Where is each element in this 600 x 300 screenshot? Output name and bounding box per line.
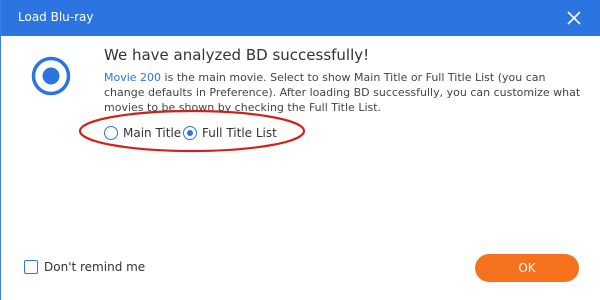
full-title-list-label: Full Title List [202, 126, 277, 140]
option-main-title[interactable]: Main Title [104, 124, 181, 142]
main-title-label: Main Title [123, 126, 182, 140]
dont-remind-label: Don't remind me [44, 260, 146, 274]
radio-disc-icon [31, 56, 71, 96]
close-icon [567, 11, 581, 25]
main-movie-link[interactable]: Movie 200 [104, 71, 161, 84]
close-button[interactable] [561, 5, 587, 31]
option-full-title-list[interactable]: Full Title List [183, 124, 277, 142]
main-title-radio[interactable] [104, 126, 118, 140]
success-heading: We have analyzed BD successfully! [104, 46, 370, 64]
full-title-list-radio[interactable] [183, 126, 197, 140]
window-title: Load Blu-ray [18, 10, 94, 24]
dont-remind-option[interactable]: Don't remind me [24, 260, 145, 274]
load-bluray-dialog: Load Blu-ray We have analyzed BD success… [0, 0, 600, 300]
titlebar: Load Blu-ray [1, 0, 600, 36]
ok-button[interactable]: OK [475, 254, 579, 282]
dont-remind-checkbox[interactable] [24, 260, 38, 274]
description-body: is the main movie. Select to show Main T… [104, 71, 581, 114]
description-text: Movie 200 is the main movie. Select to s… [104, 70, 584, 115]
